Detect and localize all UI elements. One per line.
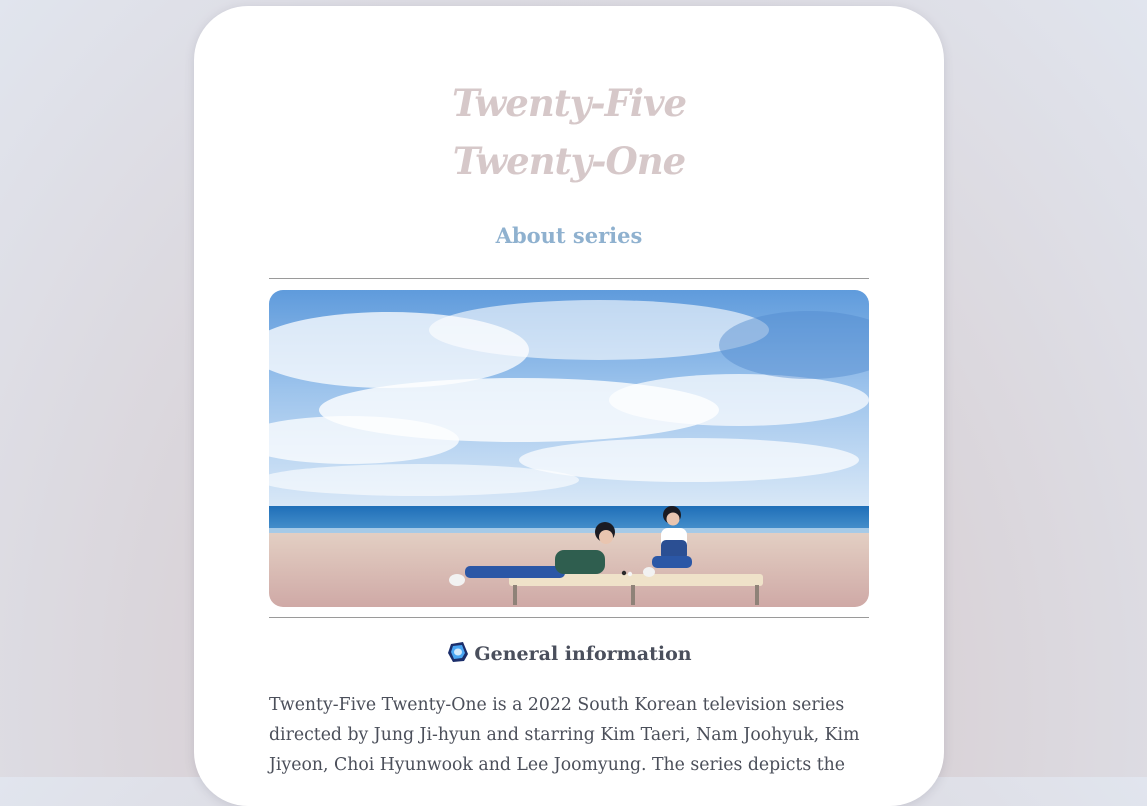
title-line-1: Twenty-Five — [451, 81, 687, 125]
section-heading-label: General information — [474, 643, 692, 665]
hero-image — [269, 290, 869, 607]
series-description: Twenty-Five Twenty-One is a 2022 South K… — [269, 695, 860, 775]
page-title: Twenty-Five Twenty-One — [194, 74, 944, 190]
blue-gem-icon — [446, 640, 470, 669]
about-series-heading: About series — [495, 223, 643, 248]
general-information-heading: General information — [194, 640, 944, 669]
divider-bottom — [269, 617, 869, 618]
title-line-2: Twenty-One — [452, 139, 686, 183]
divider-top — [269, 278, 869, 279]
content-card: Twenty-Five Twenty-One About series Gene… — [194, 6, 944, 806]
